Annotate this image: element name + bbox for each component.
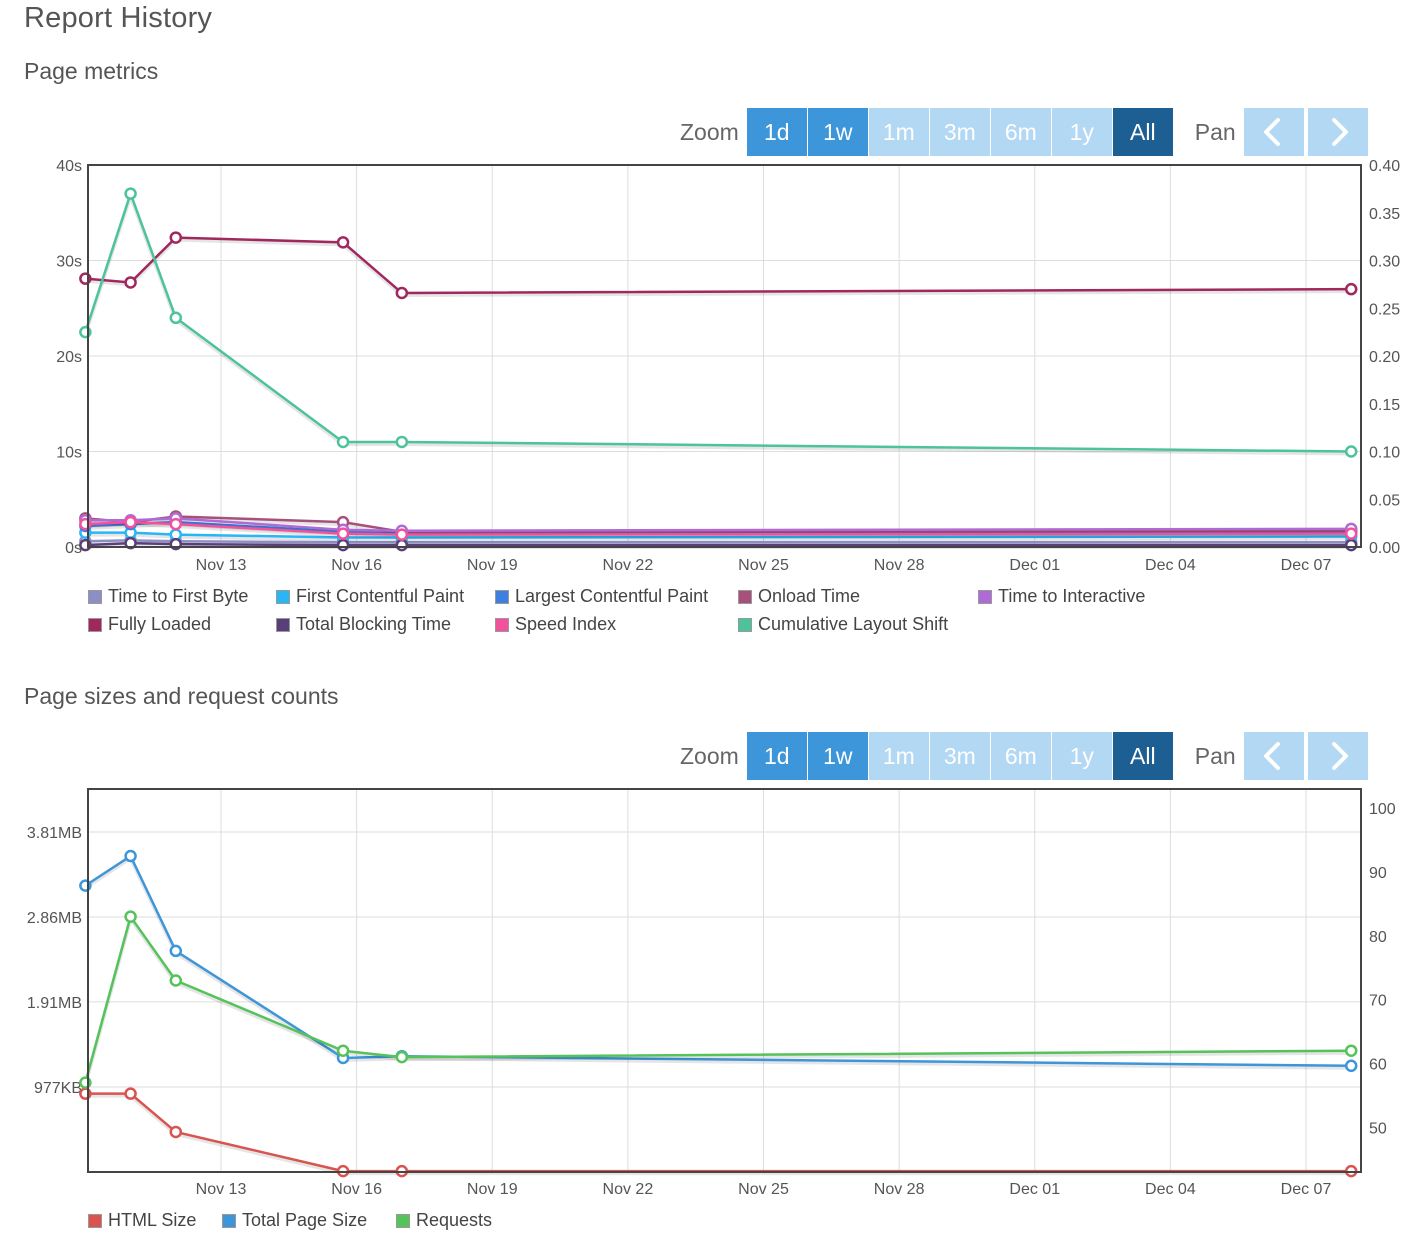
x-tick-label: Nov 25 bbox=[738, 1181, 789, 1198]
data-point bbox=[124, 849, 137, 863]
legend-swatch bbox=[396, 1213, 410, 1228]
x-tick-label: Dec 01 bbox=[1009, 1181, 1060, 1198]
y-right-tick-label: 90 bbox=[1369, 865, 1387, 882]
legend-label: HTML Size bbox=[108, 1210, 197, 1230]
x-tick-label: Dec 04 bbox=[1145, 1181, 1196, 1198]
data-point bbox=[169, 1125, 183, 1139]
y-left-tick-label: 977KB bbox=[34, 1080, 82, 1097]
x-tick-label: Dec 07 bbox=[1281, 1181, 1332, 1198]
data-point bbox=[1344, 1059, 1358, 1073]
data-point bbox=[124, 910, 137, 923]
data-point bbox=[336, 1044, 350, 1057]
y-right-tick-label: 100 bbox=[1369, 801, 1396, 818]
data-point bbox=[395, 1050, 409, 1064]
x-tick-label: Nov 19 bbox=[467, 1181, 518, 1198]
y-left-tick-label: 3.81MB bbox=[27, 825, 82, 842]
x-tick-label: Nov 22 bbox=[603, 1181, 654, 1198]
legend-label: Total Page Size bbox=[242, 1210, 368, 1230]
legend-label: Requests bbox=[416, 1210, 493, 1230]
y-left-tick-label: 2.86MB bbox=[27, 910, 82, 927]
legend-swatch bbox=[222, 1213, 236, 1228]
y-right-tick-label: 80 bbox=[1369, 929, 1387, 946]
y-right-tick-label: 60 bbox=[1369, 1056, 1387, 1073]
legend-item-total-page-size[interactable]: Total Page Size bbox=[222, 1210, 367, 1231]
y-right-tick-label: 50 bbox=[1369, 1120, 1387, 1137]
legend-swatch bbox=[88, 1213, 102, 1228]
chart-page-sizes: Nov 13 Nov 16 Nov 19 Nov 22 Nov 25 Nov 28 Dec … bbox=[27, 788, 1396, 1198]
y-right-tick-label: 70 bbox=[1369, 993, 1387, 1010]
data-point bbox=[169, 944, 183, 958]
legend-item-html-size[interactable]: HTML Size bbox=[88, 1210, 196, 1231]
legend-item-requests[interactable]: Requests bbox=[396, 1210, 492, 1231]
x-tick-label: Nov 16 bbox=[331, 1181, 382, 1198]
x-tick-label: Nov 13 bbox=[196, 1181, 247, 1198]
x-tick-label: Nov 28 bbox=[874, 1181, 925, 1198]
y-left-tick-label: 1.91MB bbox=[27, 995, 82, 1012]
data-point bbox=[1344, 1044, 1358, 1057]
data-point bbox=[124, 1087, 137, 1100]
data-point bbox=[169, 974, 183, 987]
